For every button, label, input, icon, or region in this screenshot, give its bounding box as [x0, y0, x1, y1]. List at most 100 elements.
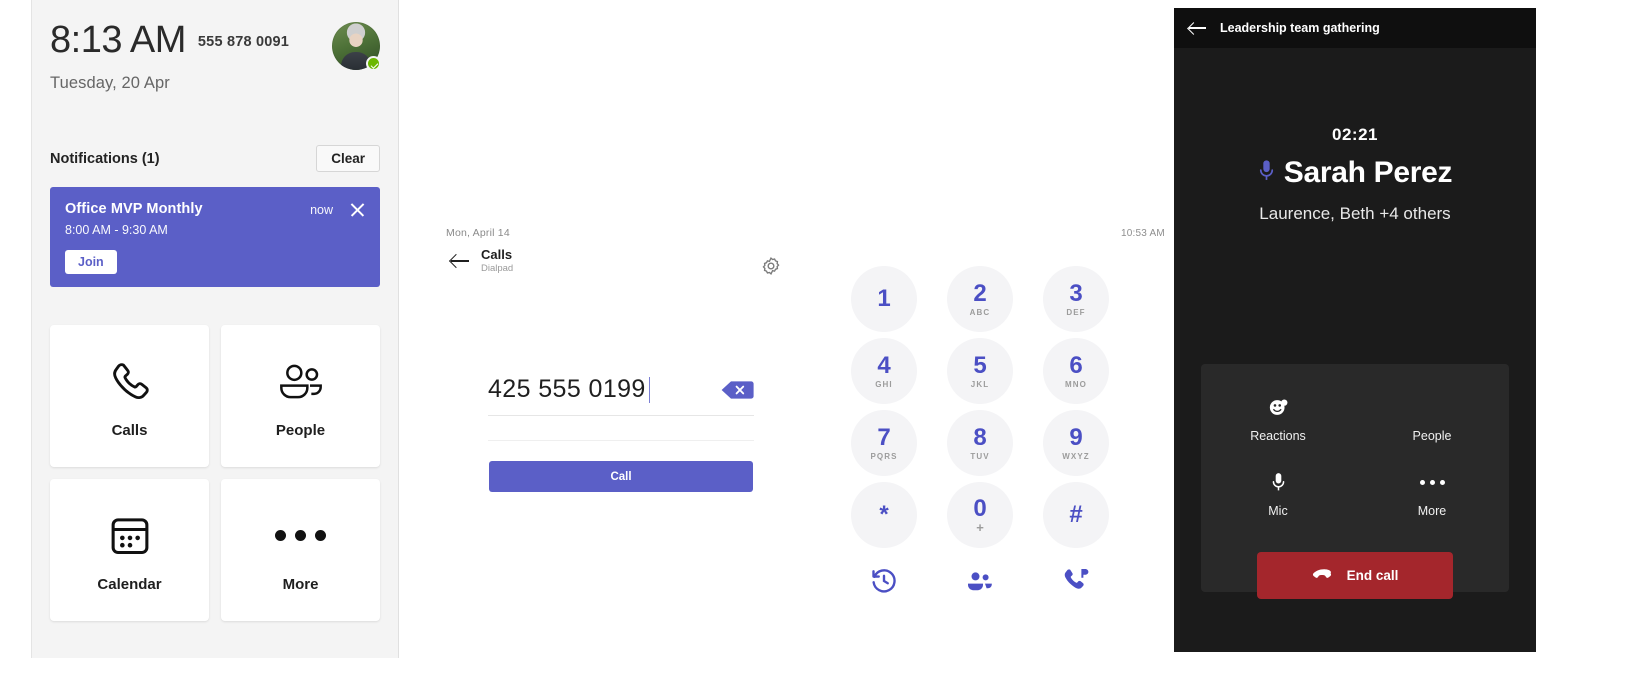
join-meeting-button[interactable]: Join	[65, 250, 117, 274]
dialpad-key-digit: 1	[877, 284, 891, 312]
device-phone-number: 555 878 0091	[197, 34, 290, 50]
dialpad-key-letters: MNO	[1065, 380, 1087, 389]
clock-row: 8:13 AM 555 878 0091	[50, 18, 381, 71]
notification-timestamp: now	[310, 203, 333, 217]
avatar[interactable]	[332, 22, 381, 71]
tile-calls[interactable]: Calls	[50, 325, 209, 467]
dialpad-key-digit: 9	[1069, 424, 1083, 451]
backspace-icon[interactable]	[720, 379, 754, 401]
dialpad-key-7[interactable]: 7 PQRS	[851, 410, 917, 476]
dialpad-key-letters: TUV	[970, 452, 990, 461]
dialpad-key-3[interactable]: 3 DEF	[1043, 266, 1109, 332]
dialpad-key-digit: 5	[973, 352, 987, 379]
dialpad-key-letters: +	[976, 519, 984, 535]
dialpad-key-letters: WXYZ	[1062, 452, 1090, 461]
dialpad-key-digit: 8	[973, 424, 987, 451]
input-underline	[488, 428, 754, 441]
dialpad-key-digit: 0	[973, 494, 987, 522]
dialpad-date: Mon, April 14	[446, 227, 510, 239]
notification-card-top: Office MVP Monthly now	[65, 201, 365, 218]
call-control-label: Mic	[1268, 504, 1288, 518]
screenshot-stage: 8:13 AM 555 878 0091 Tuesday, 20 Apr Not…	[0, 0, 1639, 689]
dialpad-key-letters: DEF	[1066, 308, 1086, 317]
current-date: Tuesday, 20 Apr	[50, 74, 170, 92]
dialpad-key-letters: PQRS	[870, 452, 898, 461]
more-dots-icon	[275, 508, 326, 564]
tile-label: Calls	[111, 421, 148, 439]
call-control-label: People	[1412, 429, 1452, 443]
call-controls-grid: Reactions People Mic More	[1201, 364, 1509, 518]
tile-calendar[interactable]: Calendar	[50, 479, 209, 621]
app-tiles: Calls People Calendar More	[50, 325, 380, 621]
dialpad-key-digit: 4	[877, 352, 891, 379]
phone-icon	[107, 354, 153, 410]
notifications-title: Notifications (1)	[50, 150, 160, 167]
end-call-label: End call	[1346, 568, 1399, 583]
tile-people[interactable]: People	[221, 325, 380, 467]
dialpad-key-0[interactable]: 0 +	[947, 482, 1013, 548]
active-speaker: Sarah Perez	[1174, 156, 1536, 190]
call-participants: Laurence, Beth +4 others	[1259, 204, 1451, 223]
dialpad-actions	[836, 566, 1124, 596]
dialpad-key-digit: 2	[973, 280, 987, 307]
people-button[interactable]: People	[1355, 394, 1509, 443]
close-icon[interactable]	[349, 202, 365, 218]
dialpad-key-5[interactable]: 5 JKL	[947, 338, 1013, 404]
end-call-button[interactable]: End call	[1257, 552, 1453, 599]
active-speaker-name: Sarah Perez	[1283, 156, 1453, 189]
contacts-icon[interactable]	[965, 566, 995, 596]
more-dots-icon	[1419, 469, 1445, 495]
dialpad-key-digit: 6	[1069, 352, 1083, 379]
text-caret	[648, 376, 651, 403]
dialpad-key-1[interactable]: 1	[851, 266, 917, 332]
home-panel: 8:13 AM 555 878 0091 Tuesday, 20 Apr Not…	[31, 0, 399, 658]
more-button[interactable]: More	[1355, 469, 1509, 518]
history-icon[interactable]	[869, 566, 899, 596]
clear-notifications-button[interactable]: Clear	[316, 145, 380, 172]
dialpad-key-hash[interactable]: #	[1043, 482, 1109, 548]
phone-number-value: 425 555 0199	[488, 375, 646, 403]
dialpad-key-2[interactable]: 2 ABC	[947, 266, 1013, 332]
dialpad-key-4[interactable]: 4 GHI	[851, 338, 917, 404]
call-controls: Reactions People Mic More End call	[1201, 364, 1509, 599]
parked-call-icon[interactable]	[1061, 566, 1091, 596]
reactions-button[interactable]: Reactions	[1201, 394, 1355, 443]
dialpad-subtitle: Dialpad	[481, 263, 514, 274]
call-title: Leadership team gathering	[1220, 21, 1380, 35]
dialpad-key-letters: GHI	[875, 380, 893, 389]
dialpad-key-digit: *	[879, 500, 889, 528]
people-icon	[276, 354, 326, 410]
call-control-label: Reactions	[1250, 429, 1306, 443]
gear-icon[interactable]	[760, 255, 782, 277]
dialpad-key-6[interactable]: 6 MNO	[1043, 338, 1109, 404]
dialpad-key-8[interactable]: 8 TUV	[947, 410, 1013, 476]
tile-label: More	[282, 575, 319, 593]
notification-meeting-title: Office MVP Monthly	[65, 201, 203, 217]
dialpad-key-9[interactable]: 9 WXYZ	[1043, 410, 1109, 476]
dialpad-title: Calls	[481, 247, 513, 262]
call-button[interactable]: Call	[489, 461, 753, 492]
mic-icon	[1271, 469, 1286, 495]
reactions-icon	[1268, 394, 1289, 420]
phone-number-input[interactable]: 425 555 0199	[488, 375, 754, 416]
call-header: Leadership team gathering	[1174, 8, 1536, 48]
hangup-icon	[1312, 567, 1336, 584]
dialpad-key-letters: JKL	[970, 380, 990, 389]
mic-icon	[1258, 158, 1275, 189]
tile-label: Calendar	[97, 575, 162, 593]
dialpad-header: Calls Dialpad	[449, 247, 513, 275]
call-timer: 02:21	[1332, 125, 1378, 144]
notification-time-range: 8:00 AM - 9:30 AM	[65, 223, 168, 237]
notification-card[interactable]: Office MVP Monthly now 8:00 AM - 9:30 AM…	[50, 187, 380, 287]
in-call-panel: Leadership team gathering 02:21 Sarah Pe…	[1174, 8, 1536, 652]
dialpad-clock: 10:53 AM	[1121, 228, 1165, 239]
call-control-label: More	[1417, 504, 1447, 518]
back-arrow-icon[interactable]	[1188, 18, 1208, 38]
tile-more[interactable]: More	[221, 479, 380, 621]
dialpad-key-letters: ABC	[969, 308, 991, 317]
dialpad-key-star[interactable]: *	[851, 482, 917, 548]
calendar-icon	[106, 508, 154, 564]
dialpad-keys: 1 2 ABC 3 DEF 4 GHI 5 JKL 6 MNO 7 PQRS 8…	[836, 266, 1124, 596]
back-arrow-icon[interactable]	[449, 250, 471, 272]
mic-button[interactable]: Mic	[1201, 469, 1355, 518]
